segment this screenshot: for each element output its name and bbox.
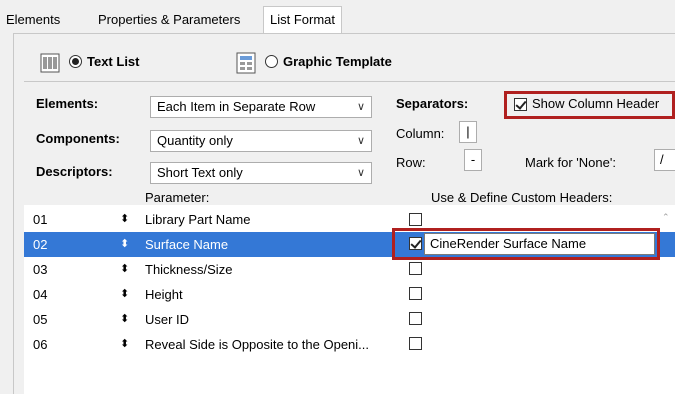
- list-item[interactable]: 06 ⬍ Reveal Side is Opposite to the Open…: [24, 332, 675, 357]
- elements-dropdown[interactable]: Each Item in Separate Row ∨: [150, 96, 372, 118]
- components-value: Quantity only: [157, 133, 233, 148]
- separators-label: Separators:: [396, 96, 469, 111]
- row-number: 04: [33, 287, 48, 302]
- chevron-down-icon: ∨: [356, 101, 365, 113]
- text-list-radio[interactable]: [69, 55, 82, 68]
- list-item[interactable]: 03 ⬍ Thickness/Size: [24, 257, 675, 282]
- row-number: 03: [33, 262, 48, 277]
- components-label: Components:: [36, 131, 120, 146]
- custom-header-input[interactable]: CineRender Surface Name: [424, 233, 655, 255]
- list-item[interactable]: 05 ⬍ User ID: [24, 307, 675, 332]
- show-column-header-checkbox[interactable]: [514, 98, 527, 111]
- column-label: Column:: [396, 126, 445, 141]
- row-number: 02: [33, 237, 48, 252]
- sort-handle-icon[interactable]: ⬍: [120, 232, 129, 257]
- sort-handle-icon[interactable]: ⬍: [120, 282, 129, 307]
- custom-header-checkbox[interactable]: [409, 337, 422, 350]
- custom-header-checkbox[interactable]: [409, 312, 422, 325]
- tab-properties-parameters[interactable]: Properties & Parameters: [92, 9, 247, 33]
- parameter-header: Parameter:: [145, 190, 210, 205]
- row-number: 01: [33, 212, 48, 227]
- custom-header-checkbox[interactable]: [409, 262, 422, 275]
- graphic-template-radio[interactable]: [265, 55, 278, 68]
- custom-header-checkbox[interactable]: [409, 213, 422, 226]
- parameter-name: Thickness/Size: [145, 262, 233, 277]
- row-label: Row:: [396, 155, 426, 170]
- elements-label: Elements:: [36, 96, 99, 111]
- mark-none-label: Mark for 'None':: [525, 155, 616, 170]
- chevron-down-icon: ∨: [356, 135, 365, 147]
- components-dropdown[interactable]: Quantity only ∨: [150, 130, 372, 152]
- tab-elements[interactable]: Elements: [0, 9, 67, 33]
- divider: [24, 81, 675, 82]
- descriptors-label: Descriptors:: [36, 164, 113, 179]
- parameter-name: Library Part Name: [145, 212, 251, 227]
- tab-list-format[interactable]: List Format: [263, 6, 343, 34]
- descriptors-value: Short Text only: [157, 165, 243, 180]
- text-list-label: Text List: [87, 54, 140, 69]
- chevron-down-icon: ∨: [356, 167, 365, 179]
- custom-header-checkbox[interactable]: [409, 287, 422, 300]
- sort-handle-icon[interactable]: ⬍: [120, 207, 129, 232]
- parameter-name: Height: [145, 287, 183, 302]
- show-column-header-label: Show Column Header: [532, 96, 660, 111]
- parameter-name: User ID: [145, 312, 190, 327]
- row-separator-input[interactable]: -: [464, 149, 482, 171]
- text-list-icon: [40, 53, 60, 73]
- tab-strip: Elements Properties & Parameters List Fo…: [0, 0, 675, 34]
- descriptors-dropdown[interactable]: Short Text only ∨: [150, 162, 372, 184]
- mark-none-input[interactable]: /: [654, 149, 675, 171]
- sort-handle-icon[interactable]: ⬍: [120, 257, 129, 282]
- list-item[interactable]: 04 ⬍ Height: [24, 282, 675, 307]
- row-number: 06: [33, 337, 48, 352]
- parameter-name: Reveal Side is Opposite to the Openi...: [145, 337, 370, 352]
- row-number: 05: [33, 312, 48, 327]
- sort-handle-icon[interactable]: ⬍: [120, 332, 129, 357]
- elements-value: Each Item in Separate Row: [157, 99, 316, 114]
- parameter-name: Surface Name: [145, 237, 229, 252]
- custom-header-checkbox-checked[interactable]: [409, 237, 422, 250]
- sort-handle-icon[interactable]: ⬍: [120, 307, 129, 332]
- graphic-template-icon: [236, 52, 256, 74]
- graphic-template-label: Graphic Template: [283, 54, 392, 69]
- column-separator-input[interactable]: |: [459, 121, 477, 143]
- custom-headers-header: Use & Define Custom Headers:: [431, 190, 613, 205]
